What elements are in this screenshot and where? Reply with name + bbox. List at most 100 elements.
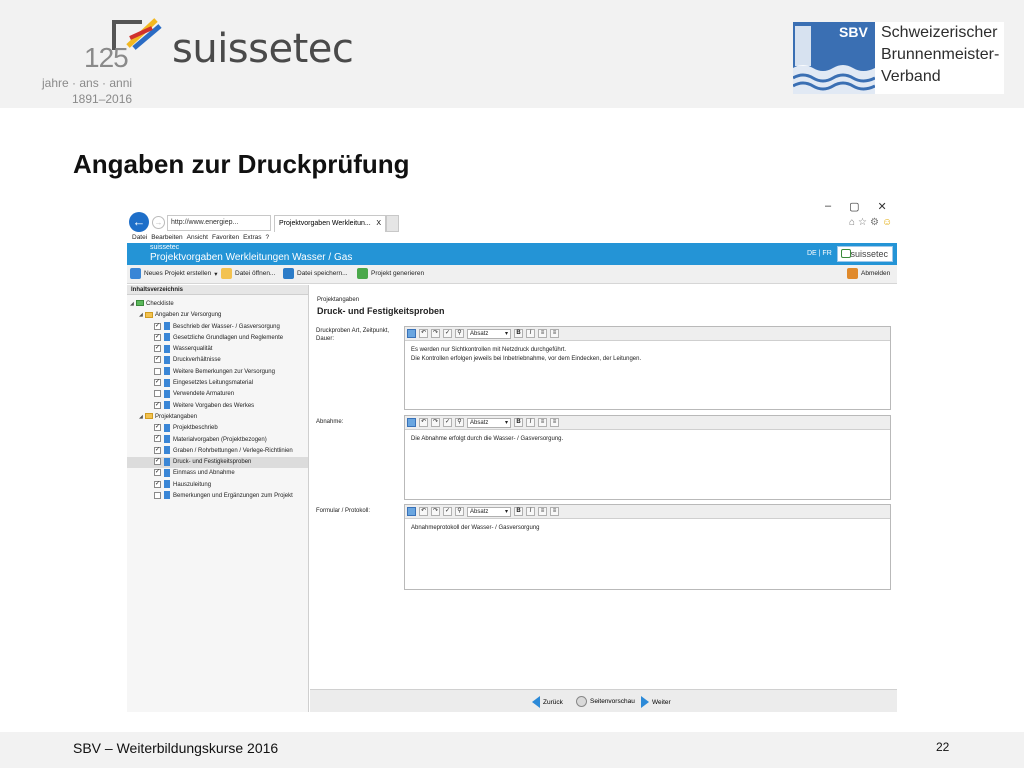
settings-icon[interactable]: ⚙ bbox=[870, 217, 879, 228]
checkbox-checked[interactable]: ✓ bbox=[154, 435, 161, 443]
forward-button[interactable]: → bbox=[152, 216, 165, 229]
find-icon[interactable]: ⚲ bbox=[455, 507, 464, 516]
undo-icon[interactable]: ↶ bbox=[419, 329, 428, 338]
menu-favoriten[interactable]: Favoriten bbox=[212, 233, 239, 243]
address-bar[interactable]: http://www.energiep... bbox=[167, 215, 271, 231]
tree-item[interactable]: ✓ Einmass und Abnahme bbox=[127, 468, 308, 479]
checkbox-checked[interactable]: ✓ bbox=[154, 469, 161, 477]
bullet-list-icon[interactable]: ≡ bbox=[538, 418, 547, 427]
tree-item[interactable]: ✓ Projektbeschrieb bbox=[127, 423, 308, 434]
tree-item[interactable]: ✓ Druckverhältnisse bbox=[127, 355, 308, 366]
menu-ansicht[interactable]: Ansicht bbox=[187, 233, 208, 243]
tree-item[interactable]: ✓ Graben / Rohrbettungen / Verlege-Richtl… bbox=[127, 446, 308, 457]
undo-icon[interactable]: ↶ bbox=[419, 418, 428, 427]
source-icon[interactable] bbox=[407, 418, 416, 427]
new-project-button[interactable]: Neues Projekt erstellen ▾ bbox=[130, 268, 217, 279]
checkbox-unchecked[interactable] bbox=[154, 367, 161, 375]
slide: 125 suissetec jahre · ans · anni 1891–20… bbox=[0, 0, 1024, 768]
tree-item[interactable]: Weitere Bemerkungen zur Versorgung bbox=[127, 367, 308, 378]
tree-node-checklist[interactable]: ◢ Checkliste bbox=[127, 299, 308, 310]
tree-item[interactable]: ✓ Hauszuleitung bbox=[127, 480, 308, 491]
format-select[interactable]: Absatz bbox=[467, 417, 511, 428]
tree-item[interactable]: ✓ Gesetzliche Grundlagen und Reglemente bbox=[127, 333, 308, 344]
format-select[interactable]: Absatz bbox=[467, 506, 511, 517]
save-file-button[interactable]: Datei speichern... bbox=[283, 268, 348, 279]
bullet-list-icon[interactable]: ≡ bbox=[538, 507, 547, 516]
italic-icon[interactable]: I bbox=[526, 329, 535, 338]
checkbox-checked[interactable]: ✓ bbox=[154, 446, 161, 454]
italic-icon[interactable]: I bbox=[526, 507, 535, 516]
tree-item-selected[interactable]: ✓ Druck- und Festigkeitsproben bbox=[127, 457, 308, 469]
source-icon[interactable] bbox=[407, 329, 416, 338]
checkbox-unchecked[interactable] bbox=[154, 390, 161, 398]
menu-extras[interactable]: Extras bbox=[243, 233, 261, 243]
checkbox-checked[interactable]: ✓ bbox=[154, 333, 161, 341]
tab-close-icon[interactable]: X bbox=[376, 216, 381, 232]
source-icon[interactable] bbox=[407, 507, 416, 516]
new-tab-button[interactable] bbox=[386, 215, 399, 232]
minimize-button[interactable]: – bbox=[825, 200, 831, 213]
spellcheck-icon[interactable]: ✓ bbox=[443, 418, 452, 427]
checkbox-checked[interactable]: ✓ bbox=[154, 401, 161, 409]
spellcheck-icon[interactable]: ✓ bbox=[443, 329, 452, 338]
tree-item[interactable]: Bemerkungen und Ergänzungen zum Projekt bbox=[127, 491, 308, 502]
tree-item[interactable]: ✓ Eingesetztes Leitungsmaterial bbox=[127, 378, 308, 389]
logout-button[interactable]: Abmelden bbox=[847, 268, 890, 279]
checkbox-checked[interactable]: ✓ bbox=[154, 345, 161, 353]
tree-item[interactable]: ✓ Weitere Vorgaben des Werkes bbox=[127, 401, 308, 412]
checkbox-checked[interactable]: ✓ bbox=[154, 322, 161, 330]
numbered-list-icon[interactable]: ≡ bbox=[550, 507, 559, 516]
checkbox-unchecked[interactable] bbox=[154, 491, 161, 499]
document-icon bbox=[164, 491, 170, 500]
bold-icon[interactable]: B bbox=[514, 329, 523, 338]
editor-body[interactable]: Die Abnahme erfolgt durch die Wasser- / … bbox=[405, 430, 890, 449]
open-file-button[interactable]: Datei öffnen... bbox=[221, 268, 275, 279]
smiley-icon[interactable]: ☺ bbox=[882, 217, 892, 228]
checkbox-checked[interactable]: ✓ bbox=[154, 480, 161, 488]
bullet-list-icon[interactable]: ≡ bbox=[538, 329, 547, 338]
numbered-list-icon[interactable]: ≡ bbox=[550, 329, 559, 338]
next-nav-button[interactable]: Weiter bbox=[641, 696, 671, 708]
tree-node-folder[interactable]: ◢ Projektangaben bbox=[127, 412, 308, 423]
tree-node-folder[interactable]: ◢ Angaben zur Versorgung bbox=[127, 310, 308, 321]
editor-text-line: Die Kontrollen erfolgen jeweils bei Inbe… bbox=[411, 355, 642, 362]
back-button[interactable]: ← bbox=[129, 212, 149, 232]
checkbox-checked[interactable]: ✓ bbox=[154, 424, 161, 432]
back-nav-button[interactable]: Zurück bbox=[532, 696, 563, 708]
bold-icon[interactable]: B bbox=[514, 418, 523, 427]
close-window-button[interactable]: ✕ bbox=[878, 200, 887, 213]
checkbox-checked[interactable]: ✓ bbox=[154, 458, 161, 466]
numbered-list-icon[interactable]: ≡ bbox=[550, 418, 559, 427]
tree-item[interactable]: ✓ Materialvorgaben (Projektbezogen) bbox=[127, 434, 308, 446]
spellcheck-icon[interactable]: ✓ bbox=[443, 507, 452, 516]
editor-body[interactable]: Es werden nur Sichtkontrollen mit Netzdr… bbox=[405, 341, 890, 368]
restore-button[interactable]: ▢ bbox=[849, 200, 859, 213]
format-select[interactable]: Absatz bbox=[467, 328, 511, 339]
preview-button[interactable]: Seitenvorschau bbox=[576, 696, 635, 707]
language-switch[interactable]: DE | FR bbox=[807, 250, 832, 257]
tree-item[interactable]: ✓ Beschrieb der Wasser- / Gasversorgung bbox=[127, 322, 308, 333]
italic-icon[interactable]: I bbox=[526, 418, 535, 427]
home-icon[interactable]: ⌂ bbox=[849, 217, 855, 228]
star-icon[interactable]: ☆ bbox=[858, 217, 867, 228]
generate-project-button[interactable]: Projekt generieren bbox=[357, 268, 424, 279]
section-title: Druck- und Festigkeitsproben bbox=[317, 306, 445, 316]
menu-bearbeiten[interactable]: Bearbeiten bbox=[151, 233, 182, 243]
editor-body[interactable]: Abnahmeprotokoll der Wasser- / Gasversor… bbox=[405, 519, 890, 538]
logo-check-icon bbox=[841, 249, 851, 258]
redo-icon[interactable]: ↷ bbox=[431, 418, 440, 427]
browser-tab[interactable]: Projektvorgaben Werkleitun... X bbox=[274, 215, 386, 232]
redo-icon[interactable]: ↷ bbox=[431, 507, 440, 516]
find-icon[interactable]: ⚲ bbox=[455, 418, 464, 427]
redo-icon[interactable]: ↷ bbox=[431, 329, 440, 338]
tree-item[interactable]: ✓ Wasserqualität bbox=[127, 344, 308, 355]
checkbox-checked[interactable]: ✓ bbox=[154, 356, 161, 364]
tree-item[interactable]: Verwendete Armaturen bbox=[127, 389, 308, 400]
bold-icon[interactable]: B bbox=[514, 507, 523, 516]
field-label-abnahme: Abnahme: bbox=[316, 419, 344, 425]
checkbox-checked[interactable]: ✓ bbox=[154, 379, 161, 386]
menu-help[interactable]: ? bbox=[266, 233, 270, 243]
undo-icon[interactable]: ↶ bbox=[419, 507, 428, 516]
menu-datei[interactable]: Datei bbox=[132, 233, 147, 243]
find-icon[interactable]: ⚲ bbox=[455, 329, 464, 338]
